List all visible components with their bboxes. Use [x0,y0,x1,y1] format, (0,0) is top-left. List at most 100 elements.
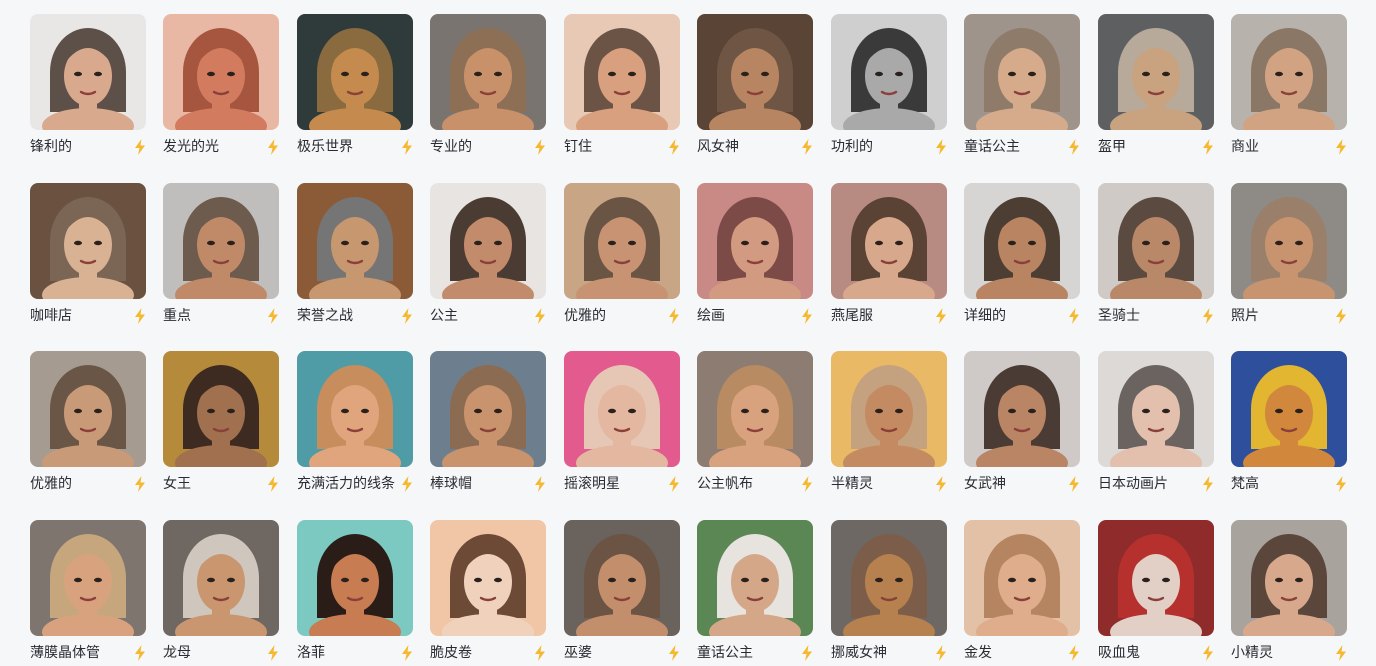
style-thumbnail[interactable] [1098,14,1214,130]
style-card[interactable]: 优雅的 [30,351,164,511]
style-thumbnail[interactable] [831,520,947,636]
style-thumbnail[interactable] [430,14,546,130]
style-thumbnail[interactable] [964,14,1080,130]
style-thumbnail[interactable] [163,14,279,130]
style-thumbnail[interactable] [697,14,813,130]
style-card[interactable]: 挪威女神 [831,520,965,666]
style-thumbnail[interactable] [1231,520,1347,636]
style-card[interactable]: 女王 [163,351,297,511]
style-thumbnail[interactable] [831,351,947,467]
style-card[interactable]: 绘画 [697,183,831,343]
style-thumbnail[interactable] [297,520,413,636]
style-thumbnail[interactable] [297,14,413,130]
lightning-icon [267,139,279,155]
style-card[interactable]: 优雅的 [564,183,698,343]
style-label: 小精灵 [1231,645,1273,661]
lightning-icon [534,645,546,661]
style-card[interactable]: 梵高 [1231,351,1365,511]
style-card[interactable]: 童话公主 [697,520,831,666]
style-card[interactable]: 龙母 [163,520,297,666]
style-card[interactable]: 咖啡店 [30,183,164,343]
style-label: 女武神 [964,476,1006,492]
lightning-icon [935,139,947,155]
style-thumbnail[interactable] [564,183,680,299]
style-card[interactable]: 日本动画片 [1098,351,1232,511]
style-thumbnail[interactable] [697,183,813,299]
style-card[interactable]: 充满活力的线条 [297,351,431,511]
lightning-icon [1202,139,1214,155]
style-card[interactable]: 商业 [1231,14,1365,174]
style-thumbnail[interactable] [964,351,1080,467]
style-thumbnail[interactable] [163,183,279,299]
style-thumbnail[interactable] [831,183,947,299]
style-card[interactable]: 小精灵 [1231,520,1365,666]
style-card[interactable]: 极乐世界 [297,14,431,174]
style-label: 极乐世界 [297,139,353,155]
style-card[interactable]: 风女神 [697,14,831,174]
style-label: 专业的 [430,139,472,155]
style-card[interactable]: 童话公主 [964,14,1098,174]
style-card[interactable]: 燕尾服 [831,183,965,343]
style-card[interactable]: 摇滚明星 [564,351,698,511]
lightning-icon [1068,139,1080,155]
style-thumbnail[interactable] [1098,351,1214,467]
style-card[interactable]: 棒球帽 [430,351,564,511]
style-card[interactable]: 照片 [1231,183,1365,343]
style-thumbnail[interactable] [564,351,680,467]
style-card[interactable]: 薄膜晶体管 [30,520,164,666]
style-thumbnail[interactable] [964,183,1080,299]
style-thumbnail[interactable] [697,351,813,467]
style-card[interactable]: 脆皮卷 [430,520,564,666]
style-card[interactable]: 公主帆布 [697,351,831,511]
style-card[interactable]: 荣誉之战 [297,183,431,343]
style-card[interactable]: 重点 [163,183,297,343]
lightning-icon [134,308,146,324]
style-thumbnail[interactable] [30,14,146,130]
lightning-icon [134,139,146,155]
style-thumbnail[interactable] [1231,351,1347,467]
style-thumbnail[interactable] [1231,183,1347,299]
style-thumbnail[interactable] [1231,14,1347,130]
style-thumbnail[interactable] [297,351,413,467]
style-label: 半精灵 [831,476,873,492]
style-thumbnail[interactable] [697,520,813,636]
style-card[interactable]: 盔甲 [1098,14,1232,174]
style-card[interactable]: 巫婆 [564,520,698,666]
style-thumbnail[interactable] [30,351,146,467]
style-thumbnail[interactable] [964,520,1080,636]
style-card[interactable]: 发光的光 [163,14,297,174]
style-card[interactable]: 钉住 [564,14,698,174]
style-thumbnail[interactable] [564,520,680,636]
lightning-icon [1335,476,1347,492]
lightning-icon [668,645,680,661]
style-card[interactable]: 女武神 [964,351,1098,511]
style-thumbnail[interactable] [163,351,279,467]
style-thumbnail[interactable] [430,351,546,467]
style-card[interactable]: 吸血鬼 [1098,520,1232,666]
style-thumbnail[interactable] [430,183,546,299]
style-thumbnail[interactable] [1098,520,1214,636]
style-label: 锋利的 [30,139,72,155]
style-thumbnail[interactable] [831,14,947,130]
style-card[interactable]: 半精灵 [831,351,965,511]
style-label: 公主 [430,308,458,324]
style-card[interactable]: 圣骑士 [1098,183,1232,343]
style-card[interactable]: 金发 [964,520,1098,666]
style-card[interactable]: 洛菲 [297,520,431,666]
lightning-icon [267,308,279,324]
style-card[interactable]: 功利的 [831,14,965,174]
style-card[interactable]: 专业的 [430,14,564,174]
style-thumbnail[interactable] [430,520,546,636]
lightning-icon [1068,645,1080,661]
style-card[interactable]: 详细的 [964,183,1098,343]
style-thumbnail[interactable] [163,520,279,636]
style-thumbnail[interactable] [564,14,680,130]
style-card[interactable]: 锋利的 [30,14,164,174]
style-thumbnail[interactable] [297,183,413,299]
lightning-icon [1068,476,1080,492]
style-thumbnail[interactable] [30,520,146,636]
style-card[interactable]: 公主 [430,183,564,343]
style-thumbnail[interactable] [1098,183,1214,299]
style-label: 优雅的 [30,476,72,492]
style-thumbnail[interactable] [30,183,146,299]
